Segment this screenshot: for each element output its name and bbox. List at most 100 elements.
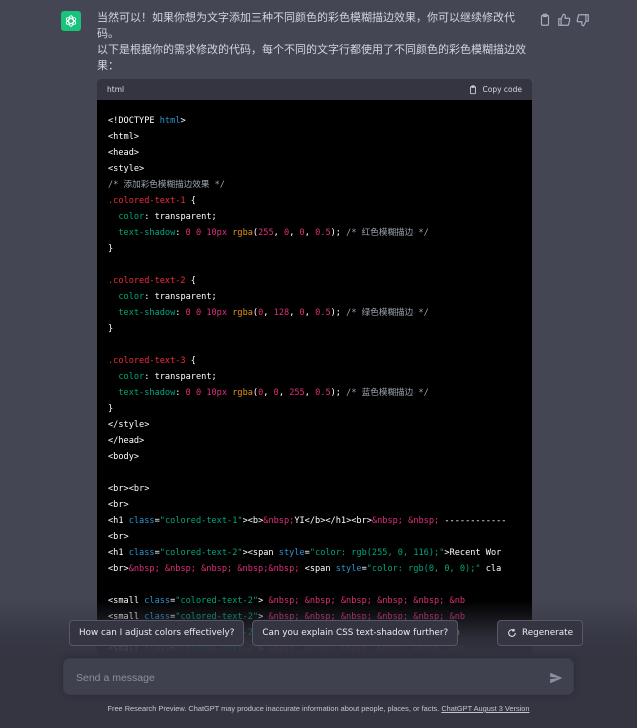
code-token: : transparent; xyxy=(144,292,217,302)
code-token: /* 绿色模糊描边 */ xyxy=(346,308,429,318)
code-line: } xyxy=(108,401,521,417)
code-token: { xyxy=(185,276,196,286)
code-token: <br><br> xyxy=(108,484,150,494)
composer xyxy=(63,658,574,695)
suggestion-list: How can I adjust colors effectively? Can… xyxy=(69,620,459,646)
code-token: <style> xyxy=(108,164,145,174)
code-token: { xyxy=(185,356,196,366)
code-token: style xyxy=(335,564,362,574)
code-token: rgba xyxy=(232,308,253,318)
code-token: : xyxy=(175,228,186,238)
code-token: <html> xyxy=(108,132,140,142)
code-token: <head> xyxy=(108,148,140,158)
code-token: ); xyxy=(330,308,347,318)
openai-logo-icon xyxy=(65,15,77,27)
message-actions xyxy=(538,12,590,27)
code-line: text-shadow: 0 0 10px rgba(255, 0, 0, 0.… xyxy=(108,225,521,241)
code-token: rgba xyxy=(232,388,253,398)
code-token: "colored-text-2" xyxy=(159,548,243,558)
code-token: 0.5 xyxy=(315,228,331,238)
code-token: </head> xyxy=(108,436,145,446)
message-line: 果： xyxy=(97,59,119,72)
code-line: color: transparent; xyxy=(108,289,521,305)
code-token: Recent Wor xyxy=(449,548,502,558)
thumbs-up-icon[interactable] xyxy=(557,12,571,26)
code-token: rgba xyxy=(232,228,253,238)
code-token: cla xyxy=(480,564,502,574)
clipboard-icon[interactable] xyxy=(538,12,552,26)
code-token: ------------ xyxy=(439,516,507,526)
send-button[interactable] xyxy=(549,670,563,684)
code-token: : transparent; xyxy=(144,212,217,222)
suggestion-chip[interactable]: Can you explain CSS text-shadow further? xyxy=(252,620,459,646)
regenerate-button[interactable]: Regenerate xyxy=(497,620,583,646)
code-token: &nbsp; xyxy=(263,516,295,526)
copy-code-button[interactable]: Copy code xyxy=(468,84,523,95)
code-token: , xyxy=(278,388,290,398)
thumbs-down-icon[interactable] xyxy=(576,12,590,27)
code-token: class xyxy=(128,548,155,558)
message-line: 当然可以！如果你想为文字添加三种不同颜色的彩色模糊描边效果，你可以继续修改代码。 xyxy=(97,11,515,40)
code-line: <br> xyxy=(108,529,521,545)
code-token: 0 0 10px xyxy=(185,388,233,398)
code-token: 128 xyxy=(273,308,290,318)
code-token: &nbsp; &nbsp; &nbsp; &nbsp;&nbsp; xyxy=(128,564,300,574)
assistant-avatar xyxy=(61,11,81,31)
code-token: "color: rgb(255, 0, 116);" xyxy=(309,548,445,558)
code-token: text-shadow xyxy=(118,228,176,238)
code-token: /* 添加彩色模糊描边效果 */ xyxy=(108,180,225,190)
code-token: </b></h1><br> xyxy=(304,516,372,526)
code-token: /* 红色模糊描边 */ xyxy=(346,228,429,238)
code-token: <span xyxy=(304,564,336,574)
copy-code-label: Copy code xyxy=(482,85,523,94)
message-input[interactable] xyxy=(76,669,536,686)
copy-icon xyxy=(469,84,476,94)
code-line: <br> xyxy=(108,497,521,513)
code-token: "colored-text-1" xyxy=(159,516,243,526)
code-line: text-shadow: 0 0 10px rgba(0, 0, 255, 0.… xyxy=(108,385,521,401)
code-token: , xyxy=(289,228,300,238)
assistant-message: 当然可以！如果你想为文字添加三种不同颜色的彩色模糊描边效果，你可以继续修改代码。… xyxy=(97,10,529,74)
code-token: ); xyxy=(330,228,347,238)
code-token: <body> xyxy=(108,452,140,462)
version-link[interactable]: ChatGPT August 3 Version xyxy=(441,704,529,713)
code-line: <style> xyxy=(108,161,521,177)
code-line: <br><br> xyxy=(108,481,521,497)
code-line: } xyxy=(108,241,521,257)
code-line: .colored-text-1 { xyxy=(108,193,521,209)
code-token: } xyxy=(108,404,114,414)
code-line: /* 添加彩色模糊描边效果 */ xyxy=(108,177,521,193)
code-line: <h1 class="colored-text-1"><b>&nbsp;YI</… xyxy=(108,513,521,529)
code-token: /* 蓝色模糊描边 */ xyxy=(346,388,429,398)
code-token: : xyxy=(175,388,186,398)
code-token: color xyxy=(118,372,145,382)
suggestion-chip[interactable]: How can I adjust colors effectively? xyxy=(69,620,245,646)
footer-disclaimer: Free Research Preview. ChatGPT may produ… xyxy=(0,704,637,713)
code-language: html xyxy=(107,85,125,94)
code-token: : xyxy=(175,308,186,318)
code-token: <h1 xyxy=(108,548,129,558)
code-block: html Copy code <!DOCTYPE html> <html> <hea… xyxy=(97,79,532,659)
code-line: color: transparent; xyxy=(108,209,521,225)
code-token: style xyxy=(278,548,305,558)
code-token: , xyxy=(263,308,274,318)
message-line: 以下是根据你的需求修改的代码，每个不同的文字行都使用了不同颜色的彩色模糊描边效 xyxy=(97,43,526,56)
code-line: <body> xyxy=(108,449,521,465)
code-token: 0 0 10px xyxy=(185,308,233,318)
code-token: .colored-text-2 xyxy=(108,276,186,286)
code-line: .colored-text-3 { xyxy=(108,353,521,369)
code-token: <!DOCTYPE xyxy=(108,116,160,126)
code-token: <br> xyxy=(108,564,129,574)
code-token: } xyxy=(108,324,114,334)
code-token: 0 0 10px xyxy=(185,228,233,238)
footer-text: Free Research Preview. ChatGPT may produ… xyxy=(107,704,442,713)
code-line: <!DOCTYPE html> xyxy=(108,113,521,129)
code-line: <html> xyxy=(108,129,521,145)
code-token: <br> xyxy=(108,500,129,510)
code-line: </style> xyxy=(108,417,521,433)
code-line: text-shadow: 0 0 10px rgba(0, 128, 0, 0.… xyxy=(108,305,521,321)
